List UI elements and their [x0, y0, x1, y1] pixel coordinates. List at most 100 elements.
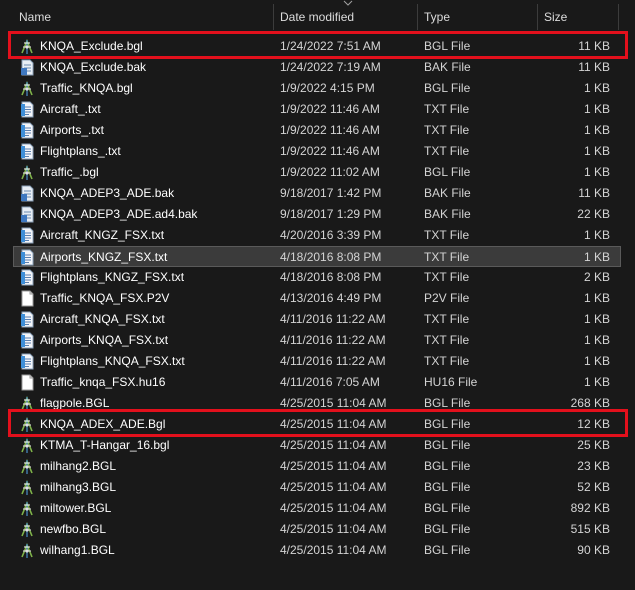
- file-name: Airports_.txt: [40, 123, 105, 137]
- file-row[interactable]: Airports_.txt 1/9/2022 11:46 AM TXT File 1 …: [0, 120, 635, 141]
- file-row[interactable]: flagpole.BGL 4/25/2015 11:04 AM BGL File 26…: [0, 393, 635, 414]
- file-size: 1 KB: [583, 354, 610, 368]
- file-name: Aircraft_KNGZ_FSX.txt: [40, 228, 165, 242]
- column-header-size[interactable]: Size: [538, 0, 618, 30]
- file-row[interactable]: KTMA_T-Hangar_16.bgl 4/25/2015 11:04 AM BG…: [0, 435, 635, 456]
- file-type: BAK File: [424, 207, 471, 221]
- file-type: BGL File: [424, 81, 471, 95]
- file-type: BGL File: [424, 396, 471, 410]
- blank-file-icon: [20, 290, 35, 307]
- file-row[interactable]: Flightplans_.txt 1/9/2022 11:46 AM TXT Fil…: [0, 141, 635, 162]
- file-row[interactable]: Traffic_knqa_FSX.hu16 4/11/2016 7:05 AM HU…: [0, 372, 635, 393]
- file-row[interactable]: Traffic_.bgl 1/9/2022 11:02 AM BGL File 1 K…: [0, 162, 635, 183]
- file-type: TXT File: [424, 312, 470, 326]
- file-size: 11 KB: [578, 39, 610, 53]
- file-name: Aircraft_KNQA_FSX.txt: [40, 312, 165, 326]
- file-size: 12 KB: [577, 417, 610, 431]
- file-name: flagpole.BGL: [40, 396, 110, 410]
- file-name: milhang3.BGL: [40, 480, 117, 494]
- file-date-modified: 4/11/2016 11:22 AM: [280, 333, 386, 347]
- file-size: 515 KB: [570, 522, 610, 536]
- file-row[interactable]: Airports_KNGZ_FSX.txt 4/18/2016 8:08 PM TX…: [13, 246, 621, 267]
- file-type: TXT File: [424, 354, 470, 368]
- file-name: wilhang1.BGL: [40, 543, 115, 557]
- file-type: TXT File: [424, 333, 470, 347]
- file-date-modified: 4/18/2016 8:08 PM: [280, 250, 382, 264]
- file-row[interactable]: Flightplans_KNQA_FSX.txt 4/11/2016 11:22 …: [0, 351, 635, 372]
- bgl-file-icon: [20, 38, 35, 55]
- file-size: 90 KB: [577, 543, 610, 557]
- file-name: Flightplans_KNGZ_FSX.txt: [40, 270, 185, 284]
- file-date-modified: 4/25/2015 11:04 AM: [280, 417, 387, 431]
- file-row[interactable]: Airports_KNQA_FSX.txt 4/11/2016 11:22 AM T…: [0, 330, 635, 351]
- file-date-modified: 1/24/2022 7:19 AM: [280, 60, 381, 74]
- file-row[interactable]: Aircraft_KNGZ_FSX.txt 4/20/2016 3:39 PM TX…: [0, 225, 635, 246]
- file-type: TXT File: [424, 270, 470, 284]
- file-date-modified: 1/9/2022 11:02 AM: [280, 165, 380, 179]
- file-name: Aircraft_.txt: [40, 102, 101, 116]
- file-name: Flightplans_.txt: [40, 144, 121, 158]
- file-row[interactable]: wilhang1.BGL 4/25/2015 11:04 AM BGL File 90…: [0, 540, 635, 561]
- file-row[interactable]: miltower.BGL 4/25/2015 11:04 AM BGL File 89…: [0, 498, 635, 519]
- file-name: Flightplans_KNQA_FSX.txt: [40, 354, 185, 368]
- column-header-name[interactable]: Name: [13, 0, 273, 30]
- file-row[interactable]: Aircraft_KNQA_FSX.txt 4/11/2016 11:22 AM T…: [0, 309, 635, 330]
- file-row[interactable]: milhang2.BGL 4/25/2015 11:04 AM BGL File 23…: [0, 456, 635, 477]
- file-size: 1 KB: [583, 312, 610, 326]
- file-size: 2 KB: [583, 270, 610, 284]
- file-type: BGL File: [424, 438, 471, 452]
- file-name: Airports_KNGZ_FSX.txt: [40, 250, 168, 264]
- file-size: 1 KB: [583, 228, 610, 242]
- bak-file-icon: [20, 206, 35, 223]
- file-row[interactable]: Aircraft_.txt 1/9/2022 11:46 AM TXT File 1 …: [0, 99, 635, 120]
- bak-file-icon: [20, 59, 35, 76]
- file-type: BGL File: [424, 543, 471, 557]
- bgl-file-icon: [20, 437, 35, 454]
- file-date-modified: 4/11/2016 11:22 AM: [280, 354, 386, 368]
- file-date-modified: 4/11/2016 11:22 AM: [280, 312, 386, 326]
- file-name: KNQA_ADEX_ADE.Bgl: [40, 417, 166, 431]
- file-size: 11 KB: [578, 60, 610, 74]
- txt-file-icon: [20, 249, 35, 266]
- column-divider[interactable]: [618, 4, 619, 30]
- file-type: TXT File: [424, 250, 470, 264]
- file-date-modified: 4/25/2015 11:04 AM: [280, 438, 387, 452]
- file-row[interactable]: Traffic_KNQA_FSX.P2V 4/13/2016 4:49 PM P2V…: [0, 288, 635, 309]
- bgl-file-icon: [20, 500, 35, 517]
- txt-file-icon: [20, 332, 35, 349]
- file-date-modified: 1/9/2022 11:46 AM: [280, 102, 380, 116]
- file-date-modified: 9/18/2017 1:42 PM: [280, 186, 382, 200]
- file-date-modified: 4/25/2015 11:04 AM: [280, 522, 387, 536]
- txt-file-icon: [20, 227, 35, 244]
- file-date-modified: 4/25/2015 11:04 AM: [280, 480, 387, 494]
- file-size: 1 KB: [583, 291, 610, 305]
- file-date-modified: 4/25/2015 11:04 AM: [280, 459, 387, 473]
- file-date-modified: 9/18/2017 1:29 PM: [280, 207, 382, 221]
- file-date-modified: 1/24/2022 7:51 AM: [280, 39, 381, 53]
- file-date-modified: 4/25/2015 11:04 AM: [280, 396, 387, 410]
- file-name: KNQA_Exclude.bgl: [40, 39, 143, 53]
- column-header-type[interactable]: Type: [418, 0, 537, 30]
- file-type: BGL File: [424, 165, 471, 179]
- file-row[interactable]: KNQA_Exclude.bgl 1/24/2022 7:51 AM BGL Fil…: [0, 36, 635, 57]
- file-row[interactable]: KNQA_ADEP3_ADE.ad4.bak 9/18/2017 1:29 PM B…: [0, 204, 635, 225]
- file-size: 1 KB: [583, 144, 610, 158]
- file-row[interactable]: milhang3.BGL 4/25/2015 11:04 AM BGL File 52…: [0, 477, 635, 498]
- file-row[interactable]: newfbo.BGL 4/25/2015 11:04 AM BGL File 515 …: [0, 519, 635, 540]
- file-name: newfbo.BGL: [40, 522, 107, 536]
- bgl-file-icon: [20, 521, 35, 538]
- bgl-file-icon: [20, 479, 35, 496]
- txt-file-icon: [20, 269, 35, 286]
- file-size: 23 KB: [577, 459, 610, 473]
- file-row[interactable]: Traffic_KNQA.bgl 1/9/2022 4:15 PM BGL File…: [0, 78, 635, 99]
- file-row[interactable]: KNQA_Exclude.bak 1/24/2022 7:19 AM BAK Fil…: [0, 57, 635, 78]
- file-date-modified: 4/25/2015 11:04 AM: [280, 543, 387, 557]
- file-row[interactable]: KNQA_ADEX_ADE.Bgl 4/25/2015 11:04 AM BGL F…: [0, 414, 635, 435]
- file-size: 1 KB: [583, 81, 610, 95]
- file-name: miltower.BGL: [40, 501, 112, 515]
- file-name: Traffic_knqa_FSX.hu16: [40, 375, 166, 389]
- file-row[interactable]: KNQA_ADEP3_ADE.bak 9/18/2017 1:42 PM BAK F…: [0, 183, 635, 204]
- file-date-modified: 1/9/2022 4:15 PM: [280, 81, 375, 95]
- file-name: KNQA_Exclude.bak: [40, 60, 147, 74]
- file-row[interactable]: Flightplans_KNGZ_FSX.txt 4/18/2016 8:08 P…: [0, 267, 635, 288]
